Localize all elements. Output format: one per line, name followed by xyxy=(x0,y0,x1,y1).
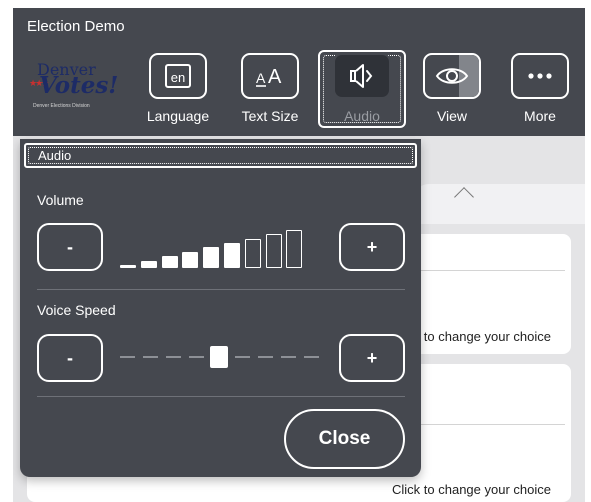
volume-level-bar xyxy=(286,230,303,268)
more-button[interactable] xyxy=(511,53,569,99)
change-choice-hint: to change your choice xyxy=(423,329,551,344)
volume-label: Volume xyxy=(37,192,84,208)
toolbar-audio[interactable]: Audio xyxy=(327,53,397,131)
toolbar-text-size[interactable]: A A Text Size xyxy=(235,53,305,131)
voice-speed-tick xyxy=(258,356,273,358)
voice-speed-knob[interactable] xyxy=(210,346,228,368)
svg-text:en: en xyxy=(171,70,185,85)
volume-level-bar xyxy=(120,265,136,268)
toolbar-more[interactable]: More xyxy=(505,53,575,131)
more-label: More xyxy=(524,108,556,124)
denver-votes-logo: ★★★ Denver Votes! Denver Elections Divis… xyxy=(29,60,119,109)
voice-speed-tick xyxy=(281,356,296,358)
volume-level-bar xyxy=(203,247,220,268)
view-button[interactable] xyxy=(423,53,481,99)
view-label: View xyxy=(436,108,468,124)
more-dots-icon xyxy=(528,73,552,79)
card-divider xyxy=(417,424,565,425)
toolbar-view[interactable]: View xyxy=(417,53,487,131)
svg-text:A: A xyxy=(268,66,282,88)
voice-speed-tick xyxy=(166,356,181,358)
text-size-icon: A A xyxy=(256,66,282,88)
language-label: Language xyxy=(146,108,210,124)
text-size-button[interactable]: A A xyxy=(241,53,299,99)
voice-speed-tick xyxy=(304,356,319,358)
app-title: Election Demo xyxy=(27,18,125,35)
speaker-icon xyxy=(350,64,373,88)
header-toolbar: Election Demo ★★★ Denver Votes! Denver E… xyxy=(13,8,585,136)
audio-settings-panel: Audio Volume - + Voice Speed - + Close xyxy=(20,139,421,477)
voice-speed-tick xyxy=(189,356,204,358)
voice-speed-tick xyxy=(143,356,158,358)
app-frame: Election Demo ★★★ Denver Votes! Denver E… xyxy=(13,8,585,502)
toolbar-language[interactable]: en Language xyxy=(143,53,213,131)
volume-level-bar xyxy=(182,252,199,268)
language-icon: en xyxy=(165,64,191,88)
close-button[interactable]: Close xyxy=(284,409,405,469)
volume-decrease-button[interactable]: - xyxy=(37,223,103,271)
volume-level-bar xyxy=(161,256,178,268)
volume-increase-button[interactable]: + xyxy=(339,223,405,271)
voice-speed-label: Voice Speed xyxy=(37,302,116,318)
section-divider xyxy=(37,289,405,290)
language-button[interactable]: en xyxy=(149,53,207,99)
audio-label: Audio xyxy=(344,108,380,124)
svg-text:A: A xyxy=(256,70,266,86)
volume-level-bar xyxy=(265,234,282,268)
voice-speed-increase-button[interactable]: + xyxy=(339,334,405,382)
change-choice-hint: Click to change your choice xyxy=(392,482,551,497)
volume-level-bar xyxy=(224,243,240,268)
eye-icon xyxy=(435,68,469,84)
voice-speed-decrease-button[interactable]: - xyxy=(37,334,103,382)
section-divider xyxy=(37,396,405,397)
audio-button[interactable] xyxy=(333,53,391,99)
audio-panel-title[interactable]: Audio xyxy=(24,143,417,168)
card-divider xyxy=(417,270,565,271)
voice-speed-tick xyxy=(235,356,250,358)
text-size-label: Text Size xyxy=(241,108,299,124)
volume-level-bar xyxy=(244,239,261,268)
volume-level-bar xyxy=(140,261,157,268)
contest-tab[interactable] xyxy=(413,184,585,224)
voice-speed-tick xyxy=(120,356,135,358)
